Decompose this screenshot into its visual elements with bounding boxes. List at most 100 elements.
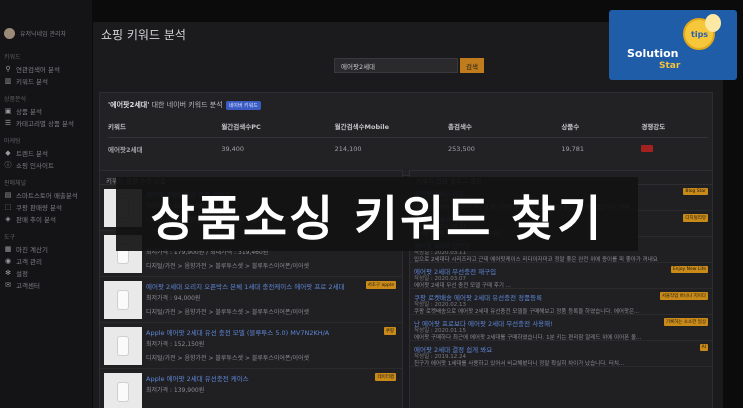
blog-snippet: 쿠팡 로켓배송으로 에어팟 2세대 유선충전 모델을 구매해보고 정품 등록을 … <box>414 309 640 315</box>
product-price: 최저가격 : 94,000원 <box>146 295 201 302</box>
blog-author-tag: Blog Star <box>683 188 708 195</box>
tag-icon: ◆ <box>5 149 11 157</box>
sidebar-item[interactable]: ▥ 키워드 분석 <box>0 75 92 87</box>
column-header: 키워드 <box>108 115 222 138</box>
product-title-link[interactable]: Apple 에어팟 2세대 유선충전 케이스 <box>146 373 249 383</box>
logo-line2: Star <box>659 61 681 71</box>
list-icon: ☰ <box>4 119 12 127</box>
column-header: 총검색수 <box>447 115 562 138</box>
sidebar-item-label: 마진 계산기 <box>16 246 48 254</box>
sidebar-item-label: 카테고리별 상품 분석 <box>16 120 74 128</box>
sidebar-item[interactable]: ✉ 고객센터 <box>0 279 92 291</box>
sidebar-item[interactable]: ▤ 스마트스토어 매출분석 <box>0 189 92 201</box>
blog-author-tag: AI <box>699 344 708 351</box>
search-bar: 검색 <box>334 58 484 73</box>
product-thumbnail[interactable] <box>104 327 142 365</box>
calc-icon: ▦ <box>4 245 12 253</box>
blog-snippet: 입으로 2세대다 시리즈라고 근데 에어팟케이스 리다이자미코 정말 좋은 완전… <box>414 257 658 263</box>
search-button[interactable]: 검색 <box>460 58 484 73</box>
sidebar-section-title: 상품분석 <box>4 96 27 103</box>
keyword-stats-table: 키워드 월간검색수PC 월간검색수Mobile 총검색수 상품수 경쟁강도 에어팟2세대 3… <box>108 115 708 161</box>
chat-icon: ✉ <box>5 281 11 289</box>
column-header: 월간검색수PC <box>221 115 335 138</box>
blog-item: 난 에어팟 프로보다 에어팟 2세대 무선충전 사용해! 작성일 : 2020.0… <box>410 315 712 341</box>
sidebar-section-title: 마케팅 <box>4 138 21 145</box>
blog-item: 에어팟 2세대 무선충전 재구입 작성일 : 2020.03.07 에어팟 2세대 … <box>410 263 712 289</box>
sidebar-item[interactable]: ✻ 설정 <box>0 267 92 279</box>
keyword-cell: 에어팟2세대 <box>108 146 143 155</box>
logo-tips-text: tips <box>691 30 709 39</box>
product-thumbnail[interactable] <box>104 373 142 408</box>
summary-heading: '에어팟2세대' 대한 네이버 키워드 분석 네이버 키워드 <box>108 100 261 110</box>
store-icon: ▤ <box>4 191 12 199</box>
sidebar-item[interactable]: ◆ 트렌드 분석 <box>0 147 92 159</box>
sidebar-item[interactable]: ⓘ 쇼핑 인사이트 <box>0 159 92 171</box>
blog-author-tag: 기록하는 소소한 일상 <box>663 318 708 326</box>
user-profile[interactable]: 유저닉네임 관리자 <box>0 0 92 45</box>
sidebar-item-label: 키워드 분석 <box>16 78 48 86</box>
sidebar-item-label: 고객센터 <box>16 282 40 290</box>
sidebar-item-label: 연관검색어 분석 <box>16 66 60 74</box>
product-category: 디지털/가전 > 음향가전 > 블루투스셋 > 블루투스이어폰/이어셋 <box>146 263 310 270</box>
stat-cell: 253,500 <box>447 145 475 154</box>
sidebar-item-label: 판매 추이 분석 <box>16 216 57 224</box>
product-thumbnail[interactable] <box>104 281 142 319</box>
keyword-summary-panel: '에어팟2세대' 대한 네이버 키워드 분석 네이버 키워드 키워드 월간검색수PC… <box>99 92 713 176</box>
blog-author-tag: 디지털리뷰 <box>683 214 708 222</box>
blog-snippet: 에어팟 구매하다 최근에 에어팟 2세대를 구매하였습니다. 1분 키는 편리함… <box>414 335 642 341</box>
naver-keyword-badge: 네이버 키워드 <box>225 100 261 110</box>
banner-text: 상품소싱 키워드 찾기 <box>150 191 604 247</box>
blog-item: 에어팟 2세대 결정 쉽게 봐요 작성일 : 2019.12.24 친구가 에어팟 … <box>410 341 712 367</box>
product-price: 최저가격 : 152,150원 <box>146 341 205 348</box>
stat-cell <box>641 137 708 161</box>
sidebar-item-label: 쇼핑 인사이트 <box>16 162 54 170</box>
product-title-link[interactable]: 에어팟 2세대 오리지 오픈박스 본체 1세대 충전케이스 에어팟 프로 2세대 <box>146 281 344 291</box>
chart-icon: ▥ <box>4 77 12 85</box>
sidebar-item[interactable]: ☰ 카테고리별 상품 분석 <box>0 117 92 129</box>
blog-author-tag: 서울작업 바나나 지이다 <box>659 292 708 300</box>
sidebar-section-title: 판매채널 <box>4 180 27 187</box>
title-banner: 상품소싱 키워드 찾기 <box>116 177 638 251</box>
product-title-link[interactable]: Apple 에어팟 2세대 유선 충전 모델 (블루투스 5.0) MV7N2K… <box>146 327 329 337</box>
solution-star-logo: tips Solution Star <box>609 10 737 80</box>
stat-cell: 19,781 <box>561 145 585 154</box>
column-header: 월간검색수Mobile <box>334 115 448 138</box>
sidebar-nav: 키워드 ⚲ 연관검색어 분석 ▥ 키워드 분석상품분석 ▣ 상품 분석 ☰ 카테고리별 상품 분… <box>0 45 92 291</box>
info-icon: ⓘ <box>4 161 12 169</box>
box-icon: ▣ <box>4 107 12 115</box>
avatar <box>4 28 15 39</box>
blog-author-tag: Enjoy New Life <box>670 266 708 273</box>
stat-cell: 214,100 <box>334 145 362 154</box>
product-category: 디지털/가전 > 음향가전 > 블루투스셋 > 블루투스이어폰/이어셋 <box>146 309 310 316</box>
table-header-row: 키워드 월간검색수PC 월간검색수Mobile 총검색수 상품수 경쟁강도 <box>108 115 708 138</box>
search-input[interactable] <box>334 58 458 73</box>
stat-cell: 39,400 <box>221 145 245 154</box>
airpods-icon <box>117 382 129 402</box>
product-item: 에어팟 2세대 오리지 오픈박스 본체 1세대 충전케이스 에어팟 프로 2세대… <box>100 277 402 323</box>
product-category: 디지털/가전 > 음향가전 > 블루투스셋 > 블루투스이어폰/이어셋 <box>146 355 310 362</box>
sidebar-item-label: 스마트스토어 매출분석 <box>16 192 78 200</box>
product-item: Apple 에어팟 2세대 유선 충전 모델 (블루투스 5.0) MV7N2K… <box>100 323 402 369</box>
sidebar-item[interactable]: ▣ 상품 분석 <box>0 105 92 117</box>
airpods-icon <box>117 336 129 356</box>
competition-badge <box>641 144 654 152</box>
sidebar-item[interactable]: ◉ 고객 관리 <box>0 255 92 267</box>
sidebar-section-title: 키워드 <box>4 54 21 61</box>
user-name: 유저닉네임 관리자 <box>20 31 67 38</box>
sidebar-item[interactable]: ⚲ 연관검색어 분석 <box>0 63 92 75</box>
search-icon: ⚲ <box>5 65 11 73</box>
summary-keyword: '에어팟2세대' <box>108 101 150 109</box>
airpods-icon <box>117 290 129 310</box>
sidebar-item[interactable]: ◈ 판매 추이 분석 <box>0 213 92 225</box>
sidebar-section-title: 도구 <box>4 234 16 241</box>
logo-line1: Solution <box>627 47 679 60</box>
sidebar-item-label: 쿠팡 판매량 분석 <box>16 204 62 212</box>
sidebar-item[interactable]: ▦ 마진 계산기 <box>0 243 92 255</box>
product-tag: 쿠팡 <box>383 327 396 335</box>
blog-item: 쿠팡 로켓배송 에어팟 2세대 유선충전 정품등록 작성일 : 2020.02.1… <box>410 289 712 315</box>
sidebar-item-label: 트렌드 분석 <box>16 150 48 158</box>
sidebar-item-label: 고객 관리 <box>16 258 42 266</box>
sidebar-item[interactable]: ⬚ 쿠팡 판매량 분석 <box>0 201 92 213</box>
product-price: 최저가격 : 139,900원 <box>146 387 205 394</box>
blog-snippet: 친구가 에어팟 1세대를 사용하고 있어서 비교해봤더니 정말 확실히 차이가 … <box>414 361 625 367</box>
